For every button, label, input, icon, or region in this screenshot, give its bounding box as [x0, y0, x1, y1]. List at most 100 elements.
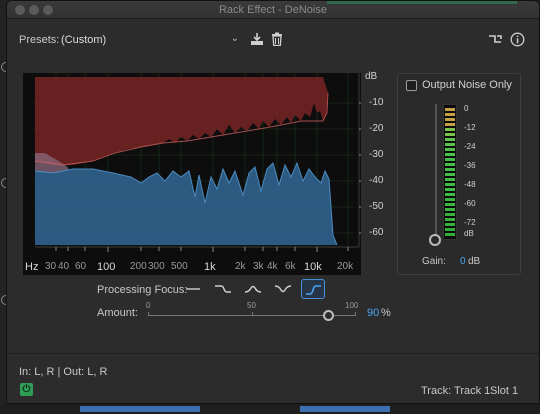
x-tick-label: 40: [58, 261, 70, 272]
y-tick-label: -60: [369, 227, 384, 238]
level-meter: [443, 104, 457, 240]
focus-all-frequencies-button[interactable]: [181, 279, 205, 299]
meter-scale-label: -24: [464, 142, 476, 151]
y-tick-label: -20: [369, 123, 384, 134]
focus-low-frequencies-button[interactable]: [211, 279, 235, 299]
spectrum-graph[interactable]: [23, 73, 361, 275]
slider-tick: [148, 312, 149, 316]
y-tick-label: -50: [369, 201, 384, 212]
meter-segment: [445, 203, 455, 206]
meter-segment: [445, 188, 455, 191]
y-tick-label: -10: [369, 97, 384, 108]
meter-segment: [445, 233, 455, 236]
meter-segment: [445, 228, 455, 231]
meter-segment: [445, 193, 455, 196]
timeline-clip: [80, 406, 200, 412]
output-meter-panel: Output Noise Only 0 -12 -24 -36 -48 -60 …: [397, 73, 521, 275]
trash-icon[interactable]: [269, 32, 285, 48]
amount-slider-knob[interactable]: [323, 310, 334, 321]
output-noise-only-label: Output Noise Only: [422, 79, 512, 91]
x-tick-label: 60: [75, 261, 87, 272]
meter-segment: [445, 163, 455, 166]
rack-effect-window: Rack Effect - DeNoise Presets: (Custom) …: [6, 0, 540, 404]
window-title: Rack Effect - DeNoise: [218, 4, 327, 16]
meter-segment: [445, 158, 455, 161]
meter-segment: [445, 208, 455, 211]
focus-high-and-low-button[interactable]: [271, 279, 295, 299]
x-tick-label: 200: [130, 261, 147, 272]
meter-segment: [445, 143, 455, 146]
meter-segment: [445, 213, 455, 216]
x-tick-label: 10k: [304, 261, 322, 273]
amount-value[interactable]: 90: [367, 307, 379, 319]
output-noise-only-checkbox[interactable]: [406, 80, 417, 91]
meter-segment: [445, 118, 455, 121]
meter-unit-label: dB: [464, 229, 474, 238]
meter-segment: [445, 128, 455, 131]
processing-focus-label: Processing Focus:: [97, 284, 188, 296]
x-tick-label: 6k: [285, 261, 296, 272]
meter-scale-label: 0: [464, 104, 469, 113]
meter-scale-label: -36: [464, 161, 476, 170]
meter-segment: [445, 218, 455, 221]
gain-value[interactable]: 0: [460, 256, 466, 267]
y-unit-label: dB: [365, 71, 378, 82]
title-bar[interactable]: Rack Effect - DeNoise: [7, 1, 539, 19]
slider-tick: [252, 312, 253, 316]
slider-tick: [355, 312, 356, 316]
meter-segment: [445, 148, 455, 151]
presets-label: Presets:: [19, 34, 60, 46]
meter-segment: [445, 223, 455, 226]
amount-scale-label: 50: [247, 301, 256, 310]
routing-icon[interactable]: [487, 32, 503, 48]
meter-segment: [445, 108, 455, 111]
meter-scale-label: -12: [464, 123, 476, 132]
save-preset-icon[interactable]: [249, 32, 265, 48]
amount-scale-label: 100: [345, 301, 359, 310]
y-tick-label: -30: [369, 149, 384, 160]
x-tick-label: 3k: [253, 261, 264, 272]
meter-segment: [445, 123, 455, 126]
meter-segment: [445, 133, 455, 136]
presets-dropdown[interactable]: (Custom) ⌄: [57, 31, 243, 49]
meter-segment: [445, 198, 455, 201]
meter-segment: [445, 183, 455, 186]
spectrum-svg: [23, 73, 361, 275]
timeline-clip: [300, 406, 390, 412]
amount-label: Amount:: [97, 307, 138, 319]
amount-unit: %: [381, 307, 391, 319]
meter-segment: [445, 138, 455, 141]
focus-high-frequencies-button[interactable]: [301, 279, 325, 299]
meter-segment: [445, 153, 455, 156]
gain-label: Gain:: [422, 256, 446, 267]
info-icon[interactable]: [509, 32, 525, 48]
meter-segment: [445, 178, 455, 181]
track-label: Track: Track 1: [421, 385, 491, 397]
meter-scale-label: -48: [464, 180, 476, 189]
x-tick-label: 1k: [204, 261, 216, 273]
x-tick-label: 300: [148, 261, 165, 272]
presets-row: Presets: (Custom) ⌄: [7, 29, 539, 51]
chevron-down-icon: ⌄: [230, 33, 239, 44]
x-tick-label: 100: [97, 261, 116, 273]
meter-segment: [445, 113, 455, 116]
gain-slider-track[interactable]: [435, 104, 437, 240]
x-tick-label: 20k: [337, 261, 354, 272]
x-unit-label: Hz: [25, 261, 39, 273]
x-tick-label: 30: [45, 261, 57, 272]
io-routing-label: In: L, R | Out: L, R: [19, 366, 108, 378]
meter-scale-label: -60: [464, 199, 476, 208]
y-tick-label: -40: [369, 175, 384, 186]
power-toggle-button[interactable]: ⏻: [20, 383, 33, 396]
x-tick-label: 2k: [235, 261, 246, 272]
meter-segment: [445, 173, 455, 176]
focus-mid-frequencies-button[interactable]: [241, 279, 265, 299]
amount-scale-label: 0: [146, 301, 151, 310]
presets-value: (Custom): [61, 34, 107, 46]
footer-divider: [7, 353, 539, 354]
x-tick-label: 500: [171, 261, 188, 272]
x-tick-label: 4k: [267, 261, 278, 272]
meter-scale-label: -72: [464, 218, 476, 227]
slot-label: Slot 1: [490, 385, 519, 397]
gain-slider-knob[interactable]: [429, 234, 441, 246]
